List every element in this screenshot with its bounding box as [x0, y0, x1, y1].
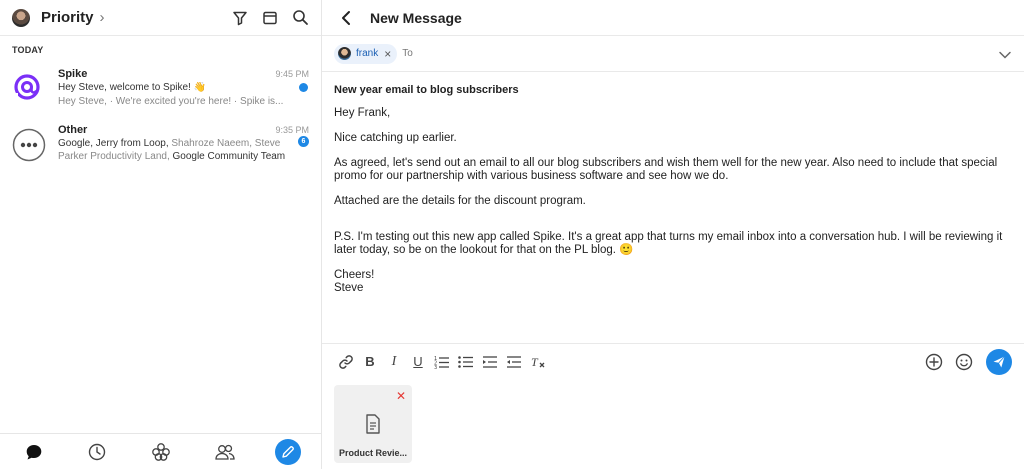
conversation-spike[interactable]: Spike 9:45 PM Hey Steve, welcome to Spik… — [0, 68, 322, 118]
compose-title: New Message — [370, 9, 462, 26]
recipient-avatar — [338, 47, 351, 60]
conversation-name: Spike — [58, 68, 88, 80]
underline-icon[interactable]: U — [406, 350, 430, 374]
back-arrow-icon[interactable] — [336, 8, 356, 28]
list-header: Priority › — [0, 0, 321, 36]
to-field-label[interactable]: To — [402, 48, 413, 59]
spike-logo-icon — [12, 72, 46, 106]
recipient-name: frank — [356, 48, 379, 59]
italic-icon[interactable]: I — [382, 350, 406, 374]
compose-header: New Message — [322, 0, 1024, 36]
conversation-name: Other — [58, 124, 88, 136]
send-icon — [993, 355, 1005, 367]
conversation-time: 9:45 PM — [275, 69, 309, 79]
closing-text: Cheers! — [334, 269, 375, 281]
section-label-today: TODAY — [12, 45, 44, 55]
search-icon[interactable] — [292, 9, 309, 26]
link-icon[interactable] — [334, 350, 358, 374]
conversation-subject: Hey Steve, welcome to Spike! 👋 — [58, 82, 207, 93]
emoji-icon[interactable] — [952, 350, 976, 374]
signature-text: Steve — [334, 282, 364, 294]
chat-bubble-icon[interactable] — [21, 439, 47, 465]
participants-primary: Google, Jerry from Loop, — [58, 138, 172, 149]
app-window: Priority › TODAY Spike 9:45 PM Hey Steve… — [0, 0, 1024, 469]
pencil-icon — [282, 445, 295, 458]
bottom-nav — [0, 433, 322, 469]
remove-recipient-icon[interactable]: × — [384, 48, 391, 60]
attachment-name: Product Revie... — [338, 448, 408, 458]
compose-pane: New Message frank × To New year email to… — [322, 0, 1024, 469]
recipients-row: frank × To — [322, 36, 1024, 72]
bullet-list-icon[interactable] — [454, 350, 478, 374]
conversation-time: 9:35 PM — [275, 125, 309, 135]
participants-tertiary: Google Community Team — [172, 151, 286, 162]
recipient-chip[interactable]: frank × — [334, 43, 398, 64]
contacts-icon[interactable] — [212, 439, 238, 465]
body-paragraph: Attached are the details for the discoun… — [334, 195, 586, 207]
groups-icon[interactable] — [148, 439, 174, 465]
more-circle-icon — [12, 128, 46, 162]
svg-text:3: 3 — [434, 365, 437, 369]
folder-title[interactable]: Priority — [41, 9, 94, 26]
body-paragraph: Nice catching up earlier. — [334, 132, 457, 144]
conversation-participants: Google, Jerry from Loop, Shahroze Naeem,… — [58, 137, 288, 163]
attachment-card[interactable]: ✕ Product Revie... — [334, 385, 412, 463]
conversation-list-pane: Priority › TODAY Spike 9:45 PM Hey Steve… — [0, 0, 322, 469]
unread-count-badge: 6 — [298, 136, 309, 147]
remove-attachment-icon[interactable]: ✕ — [396, 389, 406, 403]
filter-icon[interactable] — [232, 10, 248, 26]
numbered-list-icon[interactable]: 123 — [430, 350, 454, 374]
window-icon[interactable] — [262, 10, 278, 26]
send-button[interactable] — [986, 348, 1012, 375]
body-paragraph: As agreed, let's send out an email to al… — [334, 157, 998, 182]
svg-text:T: T — [531, 355, 539, 369]
clear-format-icon[interactable]: T — [526, 350, 550, 374]
indent-icon[interactable] — [478, 350, 502, 374]
chevron-down-icon[interactable] — [998, 47, 1012, 65]
conversation-preview: Hey Steve, · We're excited you're here! … — [58, 96, 284, 107]
unread-dot — [299, 83, 308, 92]
subject-field[interactable]: New year email to blog subscribers — [334, 84, 1024, 97]
add-circle-icon[interactable] — [922, 350, 946, 374]
outdent-icon[interactable] — [502, 350, 526, 374]
chevron-right-icon[interactable]: › — [100, 9, 105, 26]
message-body[interactable]: New year email to blog subscribers Hey F… — [322, 72, 1024, 295]
compose-button[interactable] — [275, 438, 302, 465]
body-paragraph: Hey Frank, — [334, 107, 391, 119]
avatar[interactable] — [12, 8, 30, 27]
bold-icon[interactable]: B — [358, 350, 382, 374]
document-icon — [365, 414, 381, 439]
conversation-other[interactable]: Other 9:35 PM 6 Google, Jerry from Loop,… — [0, 124, 322, 174]
clock-icon[interactable] — [84, 439, 110, 465]
format-toolbar: B I U 123 T — [322, 343, 1024, 379]
body-paragraph: P.S. I'm testing out this new app called… — [334, 231, 1003, 256]
